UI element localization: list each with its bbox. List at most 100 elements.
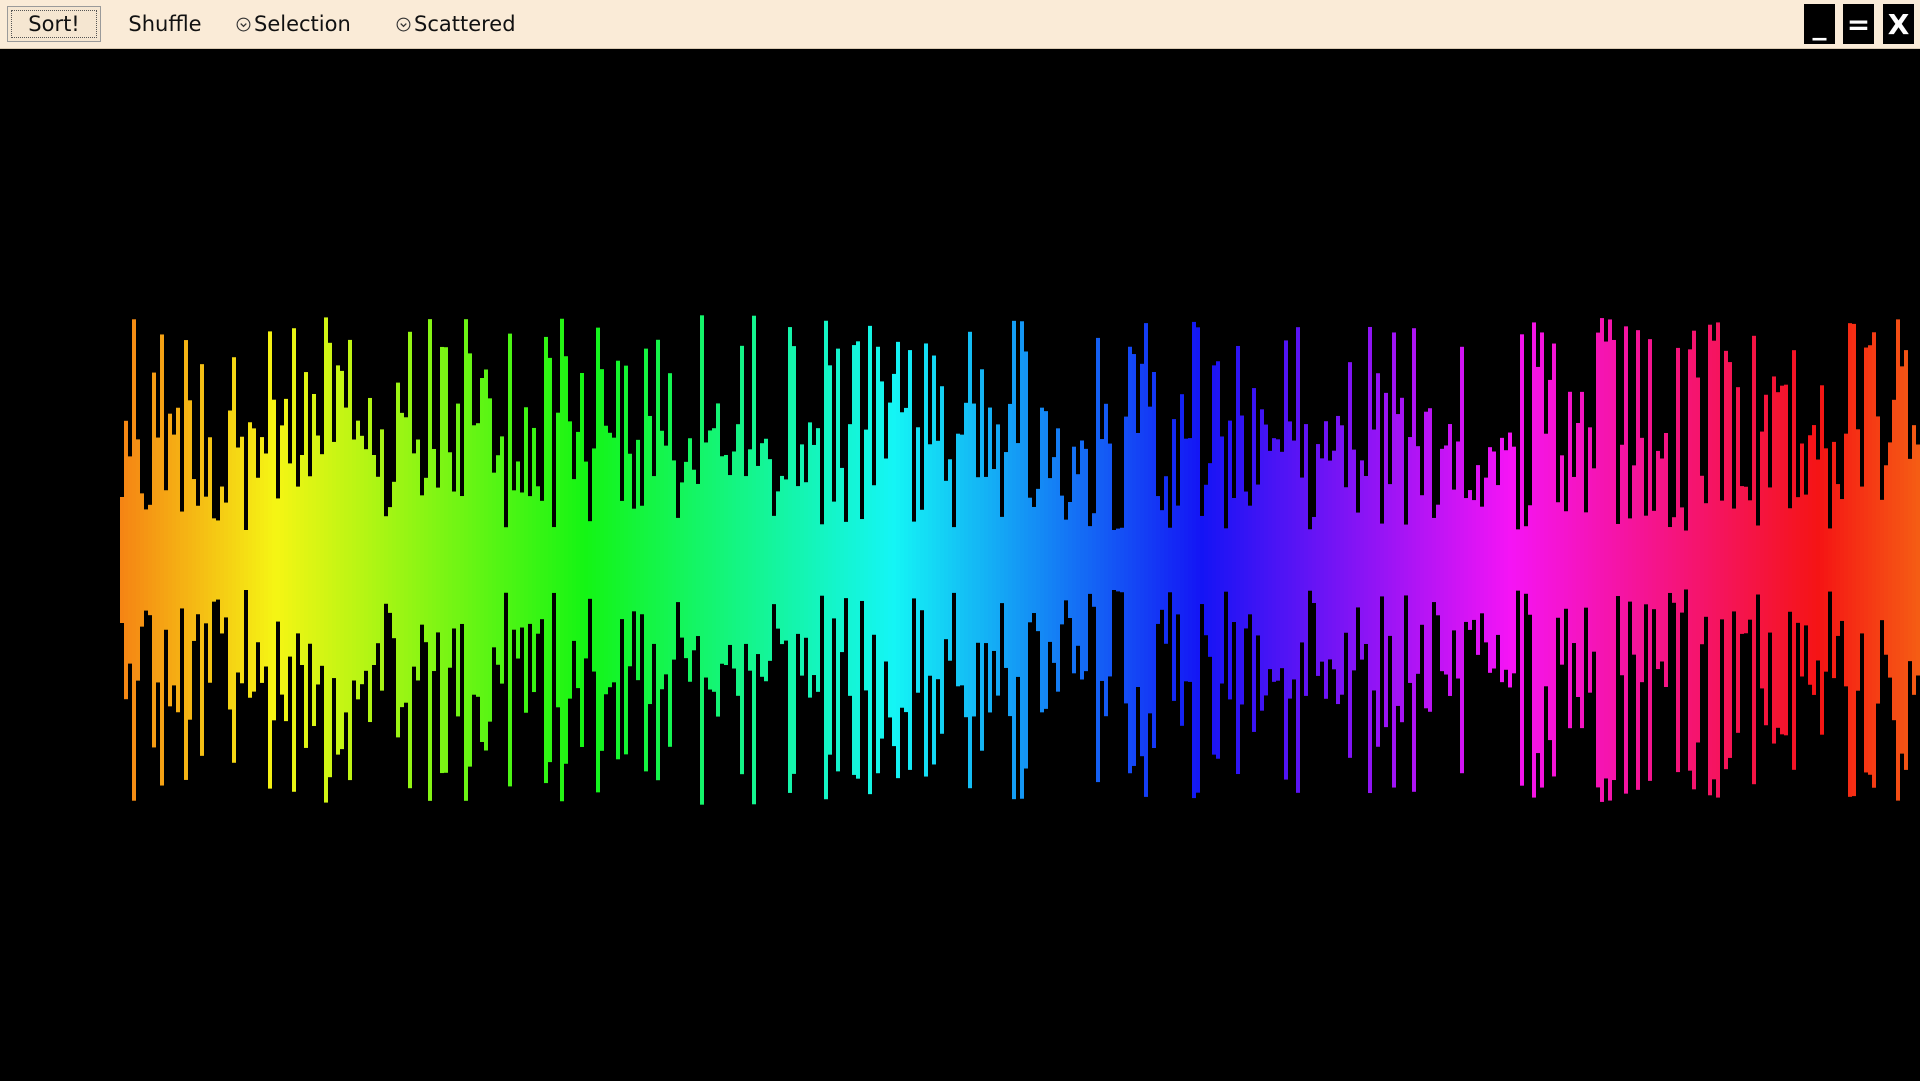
- sort-bar: [616, 360, 620, 760]
- close-button[interactable]: X: [1883, 4, 1914, 44]
- sort-bar: [1628, 518, 1632, 602]
- sort-bar: [968, 331, 972, 789]
- sort-bar: [708, 430, 712, 690]
- sort-bar: [144, 509, 148, 611]
- sort-bar: [1612, 339, 1616, 781]
- sort-bar: [236, 447, 240, 673]
- sort-bar: [392, 481, 396, 639]
- sort-bar: [832, 501, 836, 619]
- sorting-visualizer-window: Sort! Shuffle Selection Scattered _ = X: [0, 0, 1920, 1081]
- sort-bar: [1104, 403, 1108, 717]
- sort-bar: [308, 476, 312, 644]
- sort-bar: [1564, 511, 1568, 609]
- sort-bar: [1792, 350, 1796, 770]
- algorithm-dropdown-value: Selection: [254, 12, 351, 36]
- shuffle-button[interactable]: Shuffle: [118, 6, 212, 42]
- sort-bar: [480, 377, 484, 743]
- sort-bar: [1240, 415, 1244, 705]
- sort-bar: [776, 491, 780, 629]
- sort-bar: [1900, 366, 1904, 754]
- sort-bar: [1128, 346, 1132, 774]
- sort-bar: [1000, 516, 1004, 604]
- maximize-label: =: [1846, 7, 1871, 41]
- algorithm-dropdown[interactable]: Selection: [236, 6, 351, 42]
- sort-bar: [1760, 431, 1764, 689]
- sort-bar: [1316, 444, 1320, 676]
- sort-bar: [416, 439, 420, 681]
- sort-bar: [224, 502, 228, 618]
- sort-bar: [732, 451, 736, 669]
- sort-bar: [824, 320, 828, 800]
- minimize-button[interactable]: _: [1804, 4, 1835, 44]
- sort-bar: [192, 479, 196, 641]
- maximize-button[interactable]: =: [1843, 4, 1874, 44]
- sort-bar: [1556, 502, 1560, 618]
- sort-bar: [1676, 347, 1680, 773]
- sort-bar: [160, 334, 164, 786]
- sort-bar: [1836, 484, 1840, 636]
- sort-bar: [1408, 437, 1412, 683]
- sort-bar: [240, 436, 244, 684]
- sort-bar: [1488, 447, 1492, 673]
- sort-bar: [1692, 330, 1696, 790]
- sort-bar: [1096, 337, 1100, 783]
- sort-bar: [1872, 332, 1876, 788]
- sort-bar: [1232, 497, 1236, 623]
- sort-bar: [1024, 351, 1028, 769]
- sort-bar: [1652, 510, 1656, 610]
- sort-bar: [1068, 501, 1072, 619]
- sort-bar: [664, 445, 668, 675]
- sort-bar: [1256, 484, 1260, 636]
- sort-bar: [1660, 458, 1664, 662]
- sort-bar: [888, 402, 892, 718]
- sort-bar: [200, 364, 204, 756]
- sort-bar: [1112, 530, 1116, 590]
- sort-bar: [1180, 394, 1184, 726]
- sort-bar: [1472, 500, 1476, 620]
- sort-bar: [124, 420, 128, 700]
- sort-bar: [1380, 523, 1384, 597]
- sort-bar: [740, 345, 744, 775]
- sort-bar: [1492, 451, 1496, 669]
- sort-bar: [756, 465, 760, 655]
- sort-bar: [544, 336, 548, 784]
- sort-bar: [1880, 499, 1884, 621]
- sort-bar: [1204, 484, 1208, 636]
- sort-bar: [1056, 428, 1060, 692]
- sort-bar: [280, 425, 284, 695]
- sort-bar: [796, 486, 800, 634]
- sort-bar: [1372, 429, 1376, 691]
- sort-button[interactable]: Sort!: [7, 6, 101, 42]
- pattern-dropdown[interactable]: Scattered: [396, 6, 516, 42]
- sort-bar: [364, 449, 368, 671]
- sort-bar: [1092, 513, 1096, 607]
- sort-bar: [332, 441, 336, 679]
- sort-bar: [572, 479, 576, 641]
- sort-bar: [976, 477, 980, 643]
- sort-bar: [948, 459, 952, 661]
- sort-bar: [984, 476, 988, 644]
- sort-bar: [1100, 439, 1104, 681]
- sort-bar: [872, 485, 876, 635]
- sort-bar: [440, 346, 444, 774]
- sort-bar: [592, 448, 596, 672]
- sort-bar: [320, 454, 324, 666]
- sort-bar: [788, 327, 792, 793]
- sort-bar: [912, 521, 916, 599]
- sort-bar: [336, 365, 340, 755]
- sort-bar: [1888, 442, 1892, 678]
- sort-bar: [452, 491, 456, 629]
- sort-bar: [1712, 340, 1716, 780]
- sort-bar: [848, 424, 852, 696]
- sort-bar: [1384, 392, 1388, 728]
- sort-bar: [1200, 515, 1204, 605]
- sort-bar: [916, 427, 920, 693]
- sort-bar: [1328, 460, 1332, 660]
- sort-bar: [444, 347, 448, 773]
- sort-bar: [276, 498, 280, 622]
- sort-bar: [1904, 350, 1908, 770]
- sort-bar: [408, 331, 412, 789]
- sort-bar: [900, 412, 904, 708]
- shuffle-button-label: Shuffle: [128, 12, 202, 36]
- sort-bar: [1224, 528, 1228, 592]
